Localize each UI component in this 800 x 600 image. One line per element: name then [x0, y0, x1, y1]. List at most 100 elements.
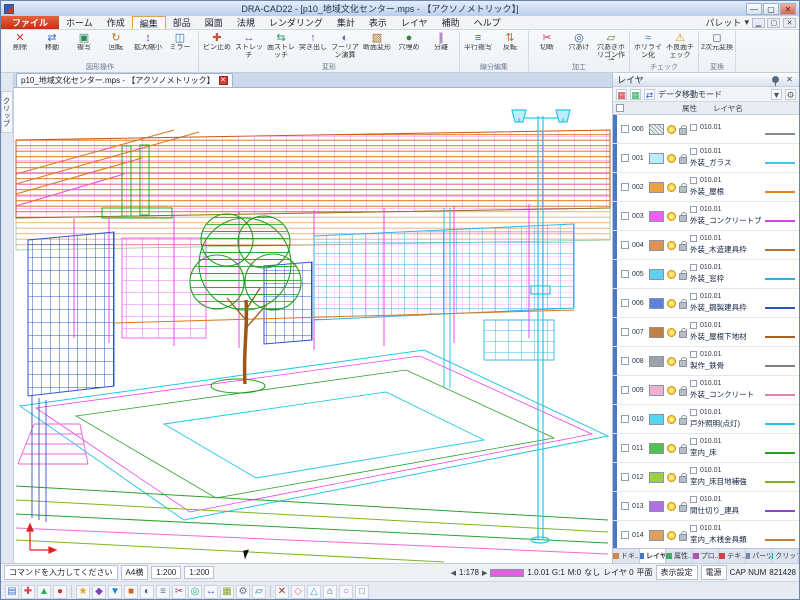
- ribbon-button-ブーリアン演算[interactable]: ◐ブーリアン演算: [329, 31, 361, 60]
- lock-icon[interactable]: [679, 505, 687, 512]
- layer-checkbox[interactable]: [621, 241, 629, 249]
- star-icon[interactable]: ★: [76, 585, 90, 599]
- panel-tab-ドキ..[interactable]: ドキ..: [613, 549, 640, 563]
- lock-icon[interactable]: [679, 447, 687, 454]
- visibility-bulb-icon[interactable]: [667, 473, 676, 482]
- visibility-bulb-icon[interactable]: [667, 444, 676, 453]
- drawing-scale[interactable]: 1:200: [151, 566, 181, 579]
- attribute-checkbox[interactable]: [690, 380, 697, 387]
- ribbon-button-回転[interactable]: ↻回転: [100, 31, 132, 53]
- snap-icon[interactable]: ▲: [37, 585, 51, 599]
- lock-icon[interactable]: [679, 476, 687, 483]
- ribbon-button-不良面チェック[interactable]: ⚠不良面チェック: [664, 31, 696, 60]
- visibility-bulb-icon[interactable]: [667, 531, 676, 540]
- panel-tab-プロ..[interactable]: プロ..: [693, 549, 720, 563]
- attribute-checkbox[interactable]: [690, 206, 697, 213]
- lock-icon[interactable]: [679, 302, 687, 309]
- circle-icon[interactable]: ○: [339, 585, 353, 599]
- document-icon[interactable]: ▤: [5, 585, 19, 599]
- doc-close-button[interactable]: ✕: [783, 18, 796, 28]
- document-tab[interactable]: p10_地域文化センター.mps - 【アクソノメトリック】 ✕: [16, 73, 233, 87]
- layer-checkbox[interactable]: [621, 154, 629, 162]
- layer-row[interactable]: 005010.01外装_窓枠: [613, 260, 799, 289]
- attribute-checkbox[interactable]: [690, 409, 697, 416]
- layer-row[interactable]: 002010.01外装_屋根: [613, 173, 799, 202]
- polygon-icon[interactable]: ▱: [252, 585, 266, 599]
- visibility-bulb-icon[interactable]: [667, 328, 676, 337]
- attribute-checkbox[interactable]: [690, 467, 697, 474]
- display-settings-button[interactable]: 表示設定: [656, 565, 698, 580]
- current-color-swatch[interactable]: [490, 569, 524, 577]
- layer-checkbox[interactable]: [621, 212, 629, 220]
- layer-checkbox[interactable]: [621, 270, 629, 278]
- layer-color-swatch[interactable]: [649, 443, 664, 454]
- attribute-checkbox[interactable]: [690, 264, 697, 271]
- layer-color-swatch[interactable]: [649, 211, 664, 222]
- menu-item-部品[interactable]: 部品: [166, 16, 198, 29]
- lock-icon[interactable]: [679, 534, 687, 541]
- panel-close-icon[interactable]: ✕: [784, 75, 795, 84]
- visibility-bulb-icon[interactable]: [667, 415, 676, 424]
- attribute-checkbox[interactable]: [690, 351, 697, 358]
- layer-checkbox[interactable]: [621, 183, 629, 191]
- attribute-checkbox[interactable]: [690, 525, 697, 532]
- menu-item-法規[interactable]: 法規: [230, 16, 262, 29]
- menu-item-集計[interactable]: 集計: [330, 16, 362, 29]
- menu-item-表示[interactable]: 表示: [362, 16, 394, 29]
- layer-checkbox[interactable]: [621, 386, 629, 394]
- visibility-bulb-icon[interactable]: [667, 502, 676, 511]
- gem-icon[interactable]: ◇: [291, 585, 305, 599]
- paper-size[interactable]: A4横: [121, 565, 149, 580]
- lock-icon[interactable]: [679, 215, 687, 222]
- layer-grid-red-icon[interactable]: ▦: [616, 89, 627, 100]
- settings-gear-icon[interactable]: ⚙: [785, 89, 796, 100]
- layer-checkbox[interactable]: [621, 357, 629, 365]
- gear-icon[interactable]: ⚙: [236, 585, 250, 599]
- layer-row[interactable]: 014010.01室内_木桟金具類: [613, 521, 799, 548]
- panel-tab-クリップ[interactable]: クリップ: [772, 549, 799, 563]
- layer-color-swatch[interactable]: [649, 153, 664, 164]
- lock-icon[interactable]: [679, 360, 687, 367]
- visibility-bulb-icon[interactable]: [667, 241, 676, 250]
- home-icon[interactable]: ⌂: [323, 585, 337, 599]
- attribute-checkbox[interactable]: [690, 235, 697, 242]
- menu-item-作成[interactable]: 作成: [100, 16, 132, 29]
- layer-color-swatch[interactable]: [649, 385, 664, 396]
- ribbon-button-突き出し[interactable]: ↑突き出し: [297, 31, 329, 53]
- palette-dropdown-icon[interactable]: ▾: [744, 17, 749, 28]
- ribbon-button-平行複写[interactable]: ≡平行複写: [462, 31, 494, 53]
- lock-icon[interactable]: [679, 157, 687, 164]
- layer-color-swatch[interactable]: [649, 501, 664, 512]
- ribbon-button-面ストレッチ[interactable]: ⇆面ストレッチ: [265, 31, 297, 60]
- target-icon[interactable]: ◎: [188, 585, 202, 599]
- attribute-checkbox[interactable]: [690, 496, 697, 503]
- visibility-bulb-icon[interactable]: [667, 212, 676, 221]
- layer-row[interactable]: 003010.01外装_コンクリートブロック: [613, 202, 799, 231]
- menu-item-レイヤ[interactable]: レイヤ: [394, 16, 435, 29]
- menu-item-ヘルプ[interactable]: ヘルプ: [467, 16, 508, 29]
- doc-restore-button[interactable]: ▢: [767, 18, 780, 28]
- ribbon-button-断面変形[interactable]: ▧断面変形: [361, 31, 393, 53]
- attribute-checkbox[interactable]: [690, 124, 697, 131]
- drawing-canvas[interactable]: [14, 88, 612, 563]
- layer-color-swatch[interactable]: [649, 356, 664, 367]
- layer-color-swatch[interactable]: [649, 269, 664, 280]
- panel-tab-属性..[interactable]: 属性..: [666, 549, 693, 563]
- layer-row[interactable]: 008010.01製作_鉄骨: [613, 347, 799, 376]
- ribbon-button-拡大縮小[interactable]: ↕拡大縮小: [132, 31, 164, 53]
- select-all-checkbox[interactable]: [616, 104, 624, 112]
- layer-row[interactable]: 013010.01間仕切り_建具: [613, 492, 799, 521]
- visibility-bulb-icon[interactable]: [667, 183, 676, 192]
- visibility-bulb-icon[interactable]: [667, 154, 676, 163]
- filter-icon[interactable]: ▼: [771, 89, 782, 100]
- linetype-indicator[interactable]: なし: [584, 567, 600, 578]
- ribbon-button-2次元変換[interactable]: ◻2次元変換: [701, 31, 733, 53]
- layer-row[interactable]: 010010.01戸外照明(点灯): [613, 405, 799, 434]
- lock-icon[interactable]: [679, 389, 687, 396]
- lock-icon[interactable]: [679, 418, 687, 425]
- layer-row[interactable]: 007010.01外装_屋根下地材: [613, 318, 799, 347]
- layer-row[interactable]: 011010.01室内_床: [613, 434, 799, 463]
- layer-row[interactable]: 012010.01室内_床目地補強: [613, 463, 799, 492]
- menu-item-レンダリング[interactable]: レンダリング: [262, 16, 330, 29]
- layer-color-swatch[interactable]: [649, 182, 664, 193]
